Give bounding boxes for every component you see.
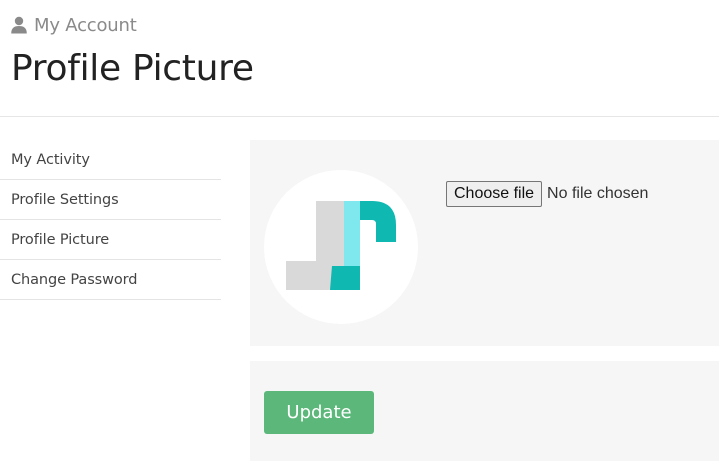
sidebar-item-my-activity[interactable]: My Activity <box>0 140 221 180</box>
sidebar-item-label: My Activity <box>11 151 90 168</box>
file-input: Choose file No file chosen <box>446 181 648 207</box>
update-button[interactable]: Update <box>264 391 374 434</box>
header-divider <box>0 116 719 117</box>
page-title: Profile Picture <box>11 48 254 89</box>
sidebar-item-label: Change Password <box>11 271 138 288</box>
avatar <box>264 170 418 324</box>
form-actions-panel: Update <box>250 361 719 461</box>
sidebar-item-change-password[interactable]: Change Password <box>0 260 221 300</box>
sidebar-item-profile-settings[interactable]: Profile Settings <box>0 180 221 220</box>
jr-logo-icon <box>286 201 396 290</box>
sidebar-item-label: Profile Settings <box>11 191 119 208</box>
my-account-link[interactable]: My Account <box>10 14 137 36</box>
my-account-label: My Account <box>34 14 137 36</box>
sidebar-item-profile-picture[interactable]: Profile Picture <box>0 220 221 260</box>
sidebar-nav: My Activity Profile Settings Profile Pic… <box>0 140 221 300</box>
choose-file-button[interactable]: Choose file <box>446 181 543 207</box>
profile-picture-upload-panel: Choose file No file chosen <box>250 140 719 346</box>
sidebar-item-label: Profile Picture <box>11 231 110 248</box>
user-icon <box>11 16 27 34</box>
file-status-text: No file chosen <box>547 185 649 202</box>
